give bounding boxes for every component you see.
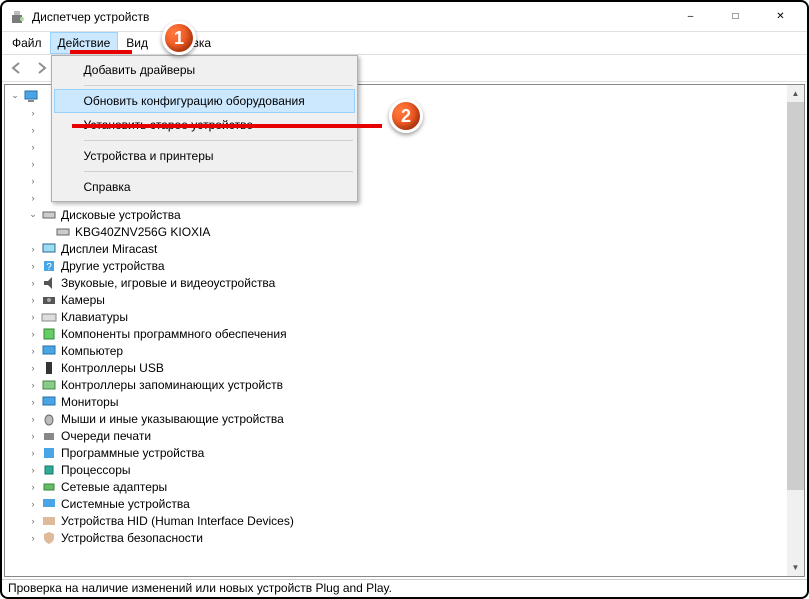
tree-print[interactable]: › Очереди печати: [5, 427, 804, 444]
tree-monitors[interactable]: › Мониторы: [5, 393, 804, 410]
tree-label: Компоненты программного обеспечения: [61, 327, 287, 341]
menu-action-label: Действие: [58, 36, 111, 50]
disk-icon: [41, 207, 57, 223]
menu-separator: [84, 140, 353, 141]
tree-label: Мыши и иные указывающие устройства: [61, 412, 284, 426]
system-icon: [41, 496, 57, 512]
cpu-icon: [41, 462, 57, 478]
tree-label: Камеры: [61, 293, 105, 307]
expand-icon[interactable]: ⌄: [9, 90, 21, 102]
back-button[interactable]: [6, 57, 28, 79]
tree-audio[interactable]: › Звуковые, игровые и видеоустройства: [5, 274, 804, 291]
annotation-underline-1: [70, 50, 132, 54]
annotation-underline-2: [72, 124, 382, 128]
window-title: Диспетчер устройств: [32, 10, 668, 24]
keyboard-icon: [41, 309, 57, 325]
scroll-up-button[interactable]: ▲: [787, 85, 804, 102]
tree-network[interactable]: › Сетевые адаптеры: [5, 478, 804, 495]
tree-label: Звуковые, игровые и видеоустройства: [61, 276, 275, 290]
expand-icon[interactable]: ⌄: [27, 209, 39, 221]
tree-label: Клавиатуры: [61, 310, 128, 324]
mouse-icon: [41, 411, 57, 427]
computer-icon: [41, 343, 57, 359]
menu-file[interactable]: Файл: [4, 32, 50, 54]
scroll-thumb[interactable]: [787, 102, 804, 490]
minimize-button[interactable]: –: [668, 2, 713, 31]
tree-cpu[interactable]: › Процессоры: [5, 461, 804, 478]
tree-label: Контроллеры запоминающих устройств: [61, 378, 283, 392]
tree-softdev[interactable]: › Программные устройства: [5, 444, 804, 461]
tree-usb[interactable]: › Контроллеры USB: [5, 359, 804, 376]
menu-scan-hardware[interactable]: Обновить конфигурацию оборудования: [54, 89, 355, 113]
tree-label: Очереди печати: [61, 429, 151, 443]
scroll-track[interactable]: [787, 102, 804, 559]
computer-icon: [23, 88, 39, 104]
tree-keyboards[interactable]: › Клавиатуры: [5, 308, 804, 325]
scroll-down-button[interactable]: ▼: [787, 559, 804, 576]
maximize-button[interactable]: □: [713, 2, 758, 31]
menu-separator: [84, 85, 353, 86]
monitor-icon: [41, 394, 57, 410]
action-dropdown: Добавить драйверы Обновить конфигурацию …: [51, 55, 358, 202]
printer-icon: [41, 428, 57, 444]
tree-security[interactable]: › Устройства безопасности: [5, 529, 804, 546]
security-icon: [41, 530, 57, 546]
camera-icon: [41, 292, 57, 308]
audio-icon: [41, 275, 57, 291]
status-bar: Проверка на наличие изменений или новых …: [2, 579, 807, 597]
tree-label: Устройства безопасности: [61, 531, 203, 545]
tree-disk-drives[interactable]: ⌄ Дисковые устройства: [5, 206, 804, 223]
tree-label: Процессоры: [61, 463, 131, 477]
menu-devices-printers[interactable]: Устройства и принтеры: [54, 144, 355, 168]
tree-label: Мониторы: [61, 395, 118, 409]
software-device-icon: [41, 445, 57, 461]
storage-icon: [41, 377, 57, 393]
tree-storage[interactable]: › Контроллеры запоминающих устройств: [5, 376, 804, 393]
tree-label: Устройства HID (Human Interface Devices): [61, 514, 294, 528]
menu-separator: [84, 171, 353, 172]
software-icon: [41, 326, 57, 342]
svg-text:?: ?: [46, 262, 52, 273]
tree-label: Программные устройства: [61, 446, 204, 460]
hid-icon: [41, 513, 57, 529]
display-icon: [41, 241, 57, 257]
network-icon: [41, 479, 57, 495]
tree-label: Системные устройства: [61, 497, 190, 511]
tree-label: Дисплеи Miracast: [61, 242, 157, 256]
tree-label: KBG40ZNV256G KIOXIA: [75, 225, 210, 239]
tree-mice[interactable]: › Мыши и иные указывающие устройства: [5, 410, 804, 427]
title-bar: Диспетчер устройств – □ ✕: [2, 2, 807, 32]
status-text: Проверка на наличие изменений или новых …: [8, 581, 392, 595]
callout-2: 2: [389, 99, 423, 133]
disk-icon: [55, 224, 71, 240]
tree-label: Контроллеры USB: [61, 361, 164, 375]
tree-label: Сетевые адаптеры: [61, 480, 167, 494]
tree-other[interactable]: › ? Другие устройства: [5, 257, 804, 274]
close-button[interactable]: ✕: [758, 2, 803, 31]
menu-add-drivers[interactable]: Добавить драйверы: [54, 58, 355, 82]
tree-label: Дисковые устройства: [61, 208, 181, 222]
tree-miracast[interactable]: › Дисплеи Miracast: [5, 240, 804, 257]
menu-help[interactable]: Справка: [54, 175, 355, 199]
tree-computer[interactable]: › Компьютер: [5, 342, 804, 359]
forward-button[interactable]: [30, 57, 52, 79]
other-icon: ?: [41, 258, 57, 274]
callout-1: 1: [162, 21, 196, 55]
tree-hid[interactable]: › Устройства HID (Human Interface Device…: [5, 512, 804, 529]
usb-icon: [41, 360, 57, 376]
tree-cameras[interactable]: › Камеры: [5, 291, 804, 308]
tree-label: Другие устройства: [61, 259, 165, 273]
scrollbar-vertical[interactable]: ▲ ▼: [787, 85, 804, 576]
tree-software[interactable]: › Компоненты программного обеспечения: [5, 325, 804, 342]
app-icon: [10, 9, 26, 25]
tree-system[interactable]: › Системные устройства: [5, 495, 804, 512]
tree-disk-item[interactable]: KBG40ZNV256G KIOXIA: [5, 223, 804, 240]
tree-label: Компьютер: [61, 344, 123, 358]
